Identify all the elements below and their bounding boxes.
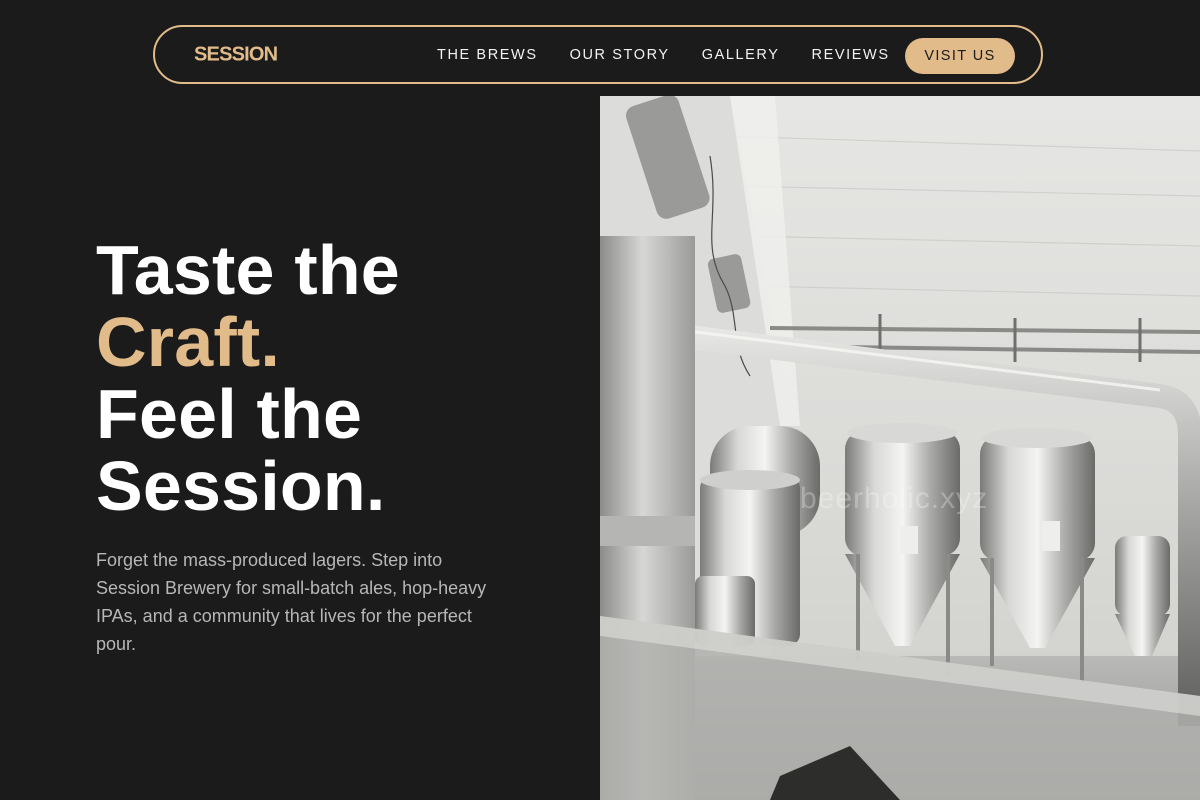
image-watermark: beerholic.xyz bbox=[800, 482, 989, 515]
brand-logo[interactable]: SESSION bbox=[194, 43, 278, 66]
hero-title-line-1: Taste the bbox=[96, 231, 400, 309]
hero-title-line-4: Session. bbox=[96, 447, 386, 525]
nav-link-gallery[interactable]: GALLERY bbox=[702, 47, 780, 63]
nav-link-the-brews[interactable]: THE BREWS bbox=[437, 47, 538, 63]
hero-title: Taste the Craft. Feel the Session. bbox=[96, 234, 400, 522]
nav-link-our-story[interactable]: OUR STORY bbox=[570, 47, 670, 63]
visit-us-button[interactable]: VISIT US bbox=[905, 38, 1015, 74]
nav-links: THE BREWS OUR STORY GALLERY REVIEWS bbox=[437, 47, 922, 63]
hero-title-accent: Craft. bbox=[96, 303, 280, 381]
nav-link-reviews[interactable]: REVIEWS bbox=[812, 47, 890, 63]
top-navigation: SESSION THE BREWS OUR STORY GALLERY REVI… bbox=[153, 25, 1043, 84]
hero-brewery-image: beerholic.xyz bbox=[600, 96, 1200, 800]
brewery-illustration bbox=[600, 96, 1200, 800]
hero-title-line-3: Feel the bbox=[96, 375, 363, 453]
hero-description: Forget the mass-produced lagers. Step in… bbox=[96, 550, 487, 654]
